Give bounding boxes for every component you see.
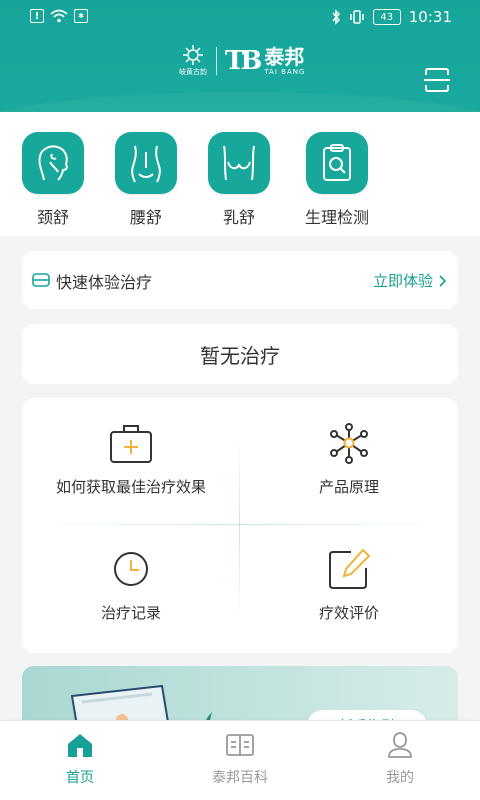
status-right: 43 10:31: [331, 8, 452, 26]
quick-experience-title: 快速体验治疗: [56, 273, 153, 292]
bluetooth-icon: [332, 9, 340, 25]
alert-icon: !: [30, 9, 44, 23]
brand-logo: 岐黄古韵 TB 泰邦 TAI BANG: [178, 44, 305, 78]
grid-label: 如何获取最佳治疗效果: [55, 478, 206, 496]
nav-home[interactable]: 首页: [30, 731, 130, 787]
empty-treatment-card: 暂无治疗: [22, 324, 458, 384]
emblem: 岐黄古韵: [178, 44, 208, 78]
efficacy-evaluation[interactable]: 疗效评价: [240, 524, 458, 650]
nfc-icon: ✱: [74, 9, 88, 23]
tb-logo: TB: [225, 46, 262, 76]
brand-name: 泰邦 TAI BANG: [264, 46, 305, 76]
device-icon: [32, 273, 50, 287]
bottom-nav: 首页 泰邦百科 我的: [0, 720, 480, 800]
edit-icon: [329, 548, 371, 589]
category-label: 生理检测: [304, 208, 369, 227]
category-row: 颈舒 腰舒 乳舒 生理检测: [0, 112, 480, 236]
home-icon: [68, 734, 92, 757]
chest-icon: [208, 132, 270, 194]
nav-label: 我的: [386, 770, 414, 786]
status-bar: ! ✱ 43 10:31: [0, 0, 480, 34]
neck-icon: [22, 132, 84, 194]
category-label: 颈舒: [36, 208, 69, 227]
brand-name-cn: 泰邦: [264, 45, 305, 69]
category-physiology-test[interactable]: 生理检测: [297, 132, 377, 228]
quick-experience-card[interactable]: 快速体验治疗 立即体验: [22, 251, 458, 309]
treatment-records[interactable]: 治疗记录: [22, 524, 240, 650]
category-neck[interactable]: 颈舒: [13, 132, 93, 228]
empty-treatment-text: 暂无治疗: [200, 343, 280, 368]
clipboard-search-icon: [306, 132, 368, 194]
category-label: 乳舒: [222, 208, 255, 227]
status-time: 10:31: [408, 8, 452, 26]
nav-encyclopedia[interactable]: 泰邦百科: [190, 731, 290, 787]
nav-label: 泰邦百科: [212, 770, 268, 786]
waist-icon: [115, 132, 177, 194]
medkit-icon: [110, 425, 152, 463]
feature-grid: 如何获取最佳治疗效果 产品原理 治疗记录 疗效评价: [22, 398, 458, 653]
clock-icon: [114, 552, 148, 586]
try-now-label: 立即体验: [372, 272, 433, 290]
molecule-icon: [330, 423, 368, 464]
scan-icon[interactable]: [424, 67, 450, 93]
grid-label: 疗效评价: [318, 604, 379, 622]
try-now-link[interactable]: 立即体验: [373, 270, 446, 291]
lotus-emblem-icon: [183, 45, 203, 65]
category-label: 腰舒: [129, 208, 162, 227]
book-icon: [226, 734, 254, 756]
battery-indicator: 43: [372, 9, 401, 25]
user-icon: [388, 732, 412, 758]
category-waist[interactable]: 腰舒: [106, 132, 186, 228]
best-effect-guide[interactable]: 如何获取最佳治疗效果: [22, 398, 240, 524]
grid-label: 治疗记录: [100, 604, 161, 622]
brand-divider: [216, 47, 217, 75]
vibrate-icon: [350, 10, 364, 24]
chevron-right-icon: [439, 274, 446, 287]
category-chest[interactable]: 乳舒: [199, 132, 279, 228]
grid-label: 产品原理: [318, 478, 379, 496]
emblem-text: 岐黄古韵: [179, 68, 207, 76]
nav-profile[interactable]: 我的: [350, 731, 450, 787]
nav-label: 首页: [66, 770, 94, 786]
status-left: ! ✱: [30, 9, 88, 23]
header: ! ✱ 43 10:31 岐黄古韵 TB 泰邦 TAI BANG: [0, 0, 480, 112]
wifi-icon: [50, 9, 68, 23]
product-principle[interactable]: 产品原理: [240, 398, 458, 524]
brand-name-en: TAI BANG: [264, 68, 306, 76]
